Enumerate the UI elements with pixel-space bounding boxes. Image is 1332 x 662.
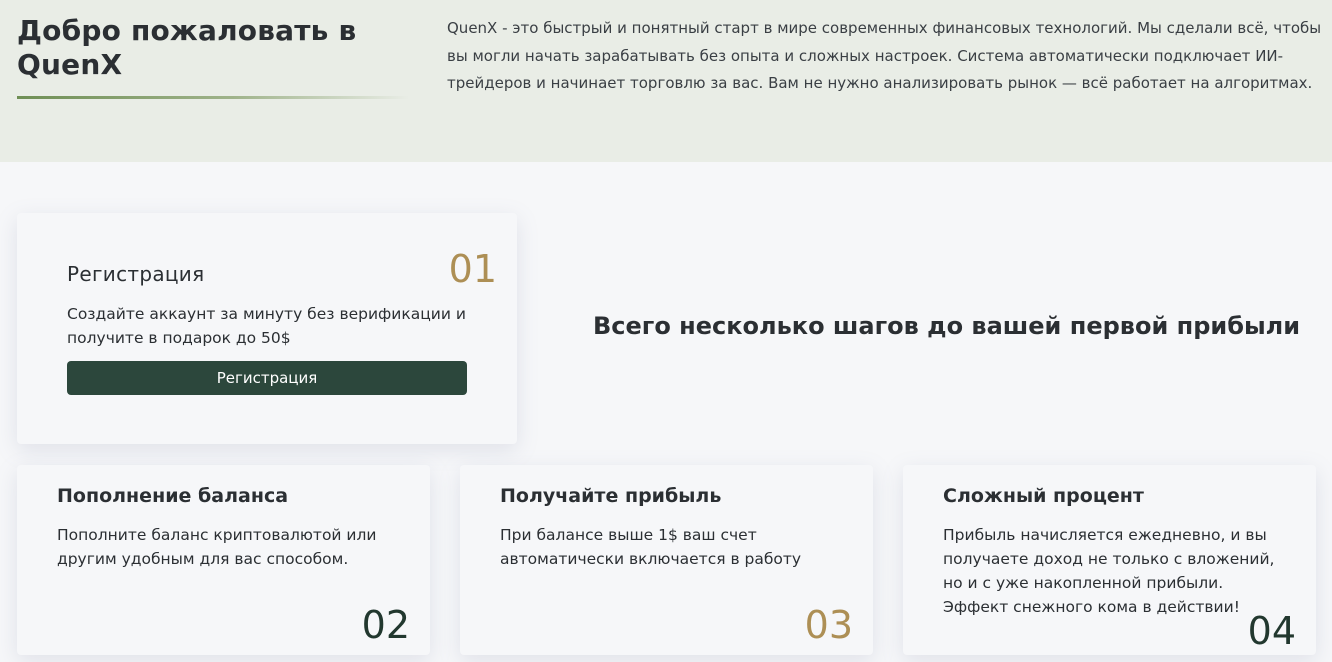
step-number: 04: [1247, 609, 1296, 653]
step-title: Пополнение баланса: [57, 485, 289, 507]
step-text: Пополните баланс криптовалютой или други…: [57, 526, 377, 568]
step-number: 03: [804, 603, 853, 647]
step-text: Прибыль начисляется ежедневно, и вы полу…: [943, 526, 1275, 616]
steps-heading: Всего несколько шагов до вашей первой пр…: [593, 312, 1301, 340]
step-number: 02: [361, 603, 410, 647]
step-text: Создайте аккаунт за минуту без верификац…: [67, 305, 466, 347]
welcome-section: Добро пожаловать в QuenX QuenX - это быс…: [0, 0, 1332, 162]
step-number: 01: [448, 247, 497, 291]
register-button[interactable]: Регистрация: [67, 361, 467, 395]
title-underline: [17, 96, 409, 99]
welcome-title: Добро пожаловать в QuenX: [17, 14, 357, 81]
step-title: Получайте прибыль: [500, 485, 722, 507]
step-text: При балансе выше 1$ ваш счет автоматичес…: [500, 526, 802, 568]
step-card-profit: Получайте прибыль При балансе выше 1$ ва…: [460, 465, 873, 655]
step-title: Регистрация: [67, 262, 205, 286]
step-card-deposit: Пополнение баланса Пополните баланс крип…: [17, 465, 430, 655]
step-card-compound: Сложный процент Прибыль начисляется ежед…: [903, 465, 1316, 655]
intro-text: QuenX - это быстрый и понятный старт в м…: [447, 19, 1322, 92]
step-card-registration: Регистрация 01 Создайте аккаунт за минут…: [17, 213, 517, 444]
step-title: Сложный процент: [943, 485, 1144, 507]
